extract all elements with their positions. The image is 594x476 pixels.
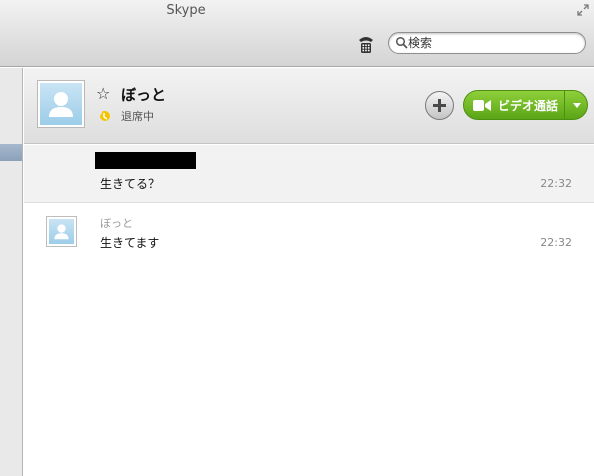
default-avatar-icon — [49, 92, 73, 117]
contact-status: 退席中 — [121, 110, 154, 123]
message-sender: ぼっと — [100, 217, 133, 230]
contact-header: ☆ ぼっと 退席中 ビデオ通話 — [24, 68, 594, 144]
video-call-label: ビデオ通話 — [498, 99, 559, 113]
chat-message: ぼっと 生きてます 22:32 — [24, 204, 594, 260]
redacted-sender-name — [95, 152, 196, 169]
fullscreen-icon[interactable] — [576, 3, 590, 17]
contact-avatar[interactable] — [37, 80, 85, 128]
default-avatar-icon — [54, 224, 69, 240]
search-input[interactable] — [408, 35, 578, 51]
contact-name: ぼっと — [121, 86, 167, 104]
message-text: 生きてる？ — [100, 177, 161, 191]
dialpad-icon[interactable] — [356, 34, 376, 54]
sidebar — [0, 68, 23, 476]
window-title: Skype — [166, 3, 206, 18]
message-time: 22:32 — [540, 177, 572, 190]
search-icon — [395, 36, 408, 49]
message-time: 22:32 — [540, 236, 572, 249]
sender-avatar[interactable] — [46, 216, 77, 247]
star-icon[interactable]: ☆ — [96, 84, 110, 103]
message-text: 生きてます — [100, 236, 160, 250]
video-call-button[interactable]: ビデオ通話 — [463, 90, 588, 120]
chevron-down-icon[interactable] — [564, 91, 588, 119]
window-titlebar: Skype — [0, 0, 594, 67]
search-box[interactable] — [388, 32, 586, 54]
video-camera-icon — [473, 100, 491, 111]
away-status-icon — [100, 111, 110, 121]
sidebar-selected-item[interactable] — [0, 144, 22, 161]
chat-message: 生きてる？ 22:32 — [24, 145, 594, 203]
add-button[interactable] — [425, 91, 454, 120]
